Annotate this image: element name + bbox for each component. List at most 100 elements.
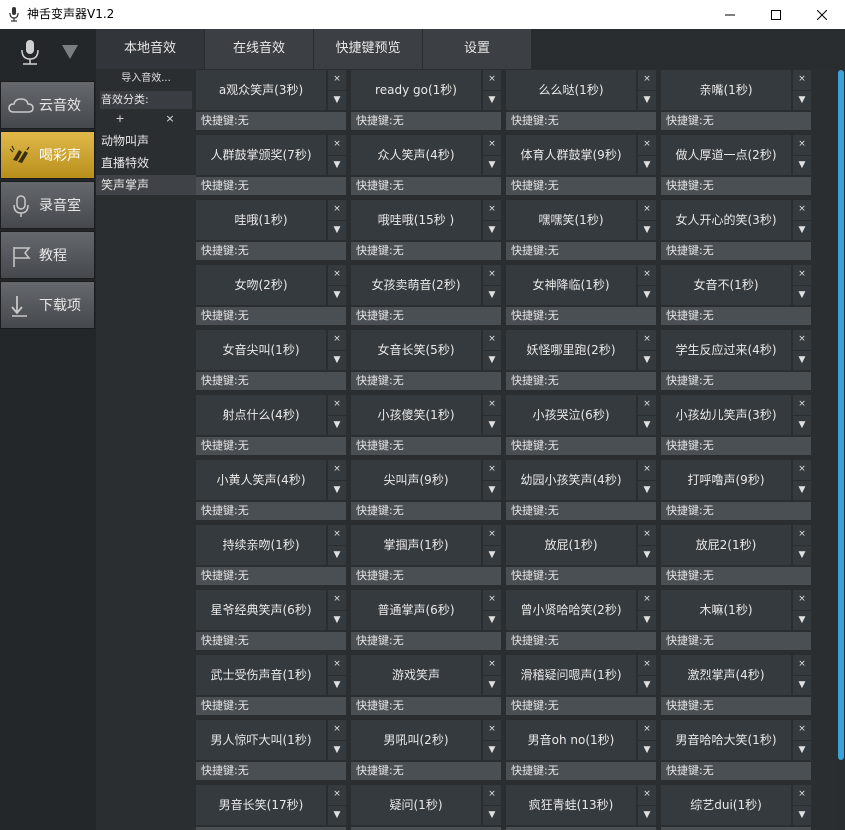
remove-category-button[interactable]: × — [146, 111, 194, 127]
sound-hotkey-field[interactable]: 快捷键:无 — [196, 567, 346, 585]
sound-play-button[interactable]: 体育人群鼓掌(9秒) — [506, 135, 636, 175]
sound-delete-button[interactable]: × — [638, 785, 656, 805]
sound-hotkey-field[interactable]: 快捷键:无 — [661, 567, 811, 585]
sound-hotkey-field[interactable]: 快捷键:无 — [506, 372, 656, 390]
sound-options-dropdown[interactable]: ▼ — [483, 286, 501, 305]
sound-play-button[interactable]: 普通掌声(6秒) — [351, 590, 481, 630]
sound-hotkey-field[interactable]: 快捷键:无 — [351, 502, 501, 520]
sound-hotkey-field[interactable]: 快捷键:无 — [661, 307, 811, 325]
sound-options-dropdown[interactable]: ▼ — [793, 156, 811, 175]
sound-options-dropdown[interactable]: ▼ — [638, 741, 656, 760]
sound-hotkey-field[interactable]: 快捷键:无 — [661, 697, 811, 715]
sound-delete-button[interactable]: × — [793, 590, 811, 610]
sound-play-button[interactable]: 女音不(1秒) — [661, 265, 791, 305]
sound-options-dropdown[interactable]: ▼ — [328, 741, 346, 760]
sound-play-button[interactable]: 学生反应过来(4秒) — [661, 330, 791, 370]
sound-hotkey-field[interactable]: 快捷键:无 — [661, 242, 811, 260]
sound-options-dropdown[interactable]: ▼ — [328, 286, 346, 305]
nav-item-tutorial[interactable]: 教程 — [0, 231, 95, 279]
sound-delete-button[interactable]: × — [483, 525, 501, 545]
scrollbar-thumb[interactable] — [838, 70, 844, 760]
sound-options-dropdown[interactable]: ▼ — [328, 351, 346, 370]
sound-options-dropdown[interactable]: ▼ — [328, 546, 346, 565]
sound-hotkey-field[interactable]: 快捷键:无 — [506, 437, 656, 455]
sound-options-dropdown[interactable]: ▼ — [328, 611, 346, 630]
sound-delete-button[interactable]: × — [328, 720, 346, 740]
sound-play-button[interactable]: 男音长笑(17秒) — [196, 785, 326, 825]
sound-hotkey-field[interactable]: 快捷键:无 — [351, 437, 501, 455]
sound-delete-button[interactable]: × — [793, 330, 811, 350]
sound-play-button[interactable]: 男人惊吓大叫(1秒) — [196, 720, 326, 760]
sound-hotkey-field[interactable]: 快捷键:无 — [351, 372, 501, 390]
sound-delete-button[interactable]: × — [793, 525, 811, 545]
sound-play-button[interactable]: 女神降临(1秒) — [506, 265, 636, 305]
sound-play-button[interactable]: 做人厚道一点(2秒) — [661, 135, 791, 175]
sound-delete-button[interactable]: × — [638, 200, 656, 220]
sound-delete-button[interactable]: × — [483, 200, 501, 220]
sound-play-button[interactable]: 哦哇哦(15秒 ) — [351, 200, 481, 240]
sound-delete-button[interactable]: × — [328, 525, 346, 545]
sound-play-button[interactable]: 人群鼓掌颁奖(7秒) — [196, 135, 326, 175]
sound-options-dropdown[interactable]: ▼ — [638, 416, 656, 435]
sound-play-button[interactable]: 游戏笑声 — [351, 655, 481, 695]
sound-delete-button[interactable]: × — [328, 70, 346, 90]
sound-play-button[interactable]: 嘿嘿笑(1秒) — [506, 200, 636, 240]
sound-options-dropdown[interactable]: ▼ — [638, 611, 656, 630]
sound-hotkey-field[interactable]: 快捷键:无 — [351, 632, 501, 650]
sound-options-dropdown[interactable]: ▼ — [793, 806, 811, 825]
sound-delete-button[interactable]: × — [328, 330, 346, 350]
sound-options-dropdown[interactable]: ▼ — [483, 676, 501, 695]
sound-hotkey-field[interactable]: 快捷键:无 — [351, 242, 501, 260]
tab-hotkey-preview[interactable]: 快捷键预览 — [314, 29, 422, 69]
nav-item-downloads[interactable]: 下载项 — [0, 281, 95, 329]
sound-play-button[interactable]: ready go(1秒) — [351, 70, 481, 110]
sound-delete-button[interactable]: × — [328, 395, 346, 415]
sound-options-dropdown[interactable]: ▼ — [483, 481, 501, 500]
sound-delete-button[interactable]: × — [793, 720, 811, 740]
sound-hotkey-field[interactable]: 快捷键:无 — [506, 762, 656, 780]
sound-delete-button[interactable]: × — [328, 655, 346, 675]
sound-options-dropdown[interactable]: ▼ — [638, 91, 656, 110]
sound-delete-button[interactable]: × — [483, 590, 501, 610]
sound-options-dropdown[interactable]: ▼ — [793, 481, 811, 500]
sound-hotkey-field[interactable]: 快捷键:无 — [196, 762, 346, 780]
sound-delete-button[interactable]: × — [793, 135, 811, 155]
sound-delete-button[interactable]: × — [483, 330, 501, 350]
sound-play-button[interactable]: 疑问(1秒) — [351, 785, 481, 825]
add-category-button[interactable]: + — [96, 111, 144, 127]
sound-play-button[interactable]: 妖怪哪里跑(2秒) — [506, 330, 636, 370]
sound-delete-button[interactable]: × — [793, 395, 811, 415]
sound-hotkey-field[interactable]: 快捷键:无 — [661, 502, 811, 520]
sound-delete-button[interactable]: × — [638, 265, 656, 285]
minimize-button[interactable] — [707, 0, 753, 29]
sound-hotkey-field[interactable]: 快捷键:无 — [506, 307, 656, 325]
category-item-animal[interactable]: 动物叫声 — [96, 131, 196, 151]
sound-options-dropdown[interactable]: ▼ — [328, 221, 346, 240]
import-sounds-button[interactable]: 导入音效... — [100, 71, 192, 87]
sound-delete-button[interactable]: × — [483, 655, 501, 675]
sound-options-dropdown[interactable]: ▼ — [638, 156, 656, 175]
sound-play-button[interactable]: a观众笑声(3秒) — [196, 70, 326, 110]
sound-delete-button[interactable]: × — [328, 590, 346, 610]
sound-delete-button[interactable]: × — [638, 720, 656, 740]
sound-hotkey-field[interactable]: 快捷键:无 — [661, 177, 811, 195]
sound-hotkey-field[interactable]: 快捷键:无 — [506, 697, 656, 715]
sound-delete-button[interactable]: × — [328, 785, 346, 805]
sound-hotkey-field[interactable]: 快捷键:无 — [506, 567, 656, 585]
sound-delete-button[interactable]: × — [328, 265, 346, 285]
sound-play-button[interactable]: 男吼叫(2秒) — [351, 720, 481, 760]
maximize-button[interactable] — [753, 0, 799, 29]
sound-hotkey-field[interactable]: 快捷键:无 — [351, 307, 501, 325]
sound-play-button[interactable]: 滑稽疑问嗯声(1秒) — [506, 655, 636, 695]
sound-delete-button[interactable]: × — [483, 135, 501, 155]
tab-settings[interactable]: 设置 — [423, 29, 531, 69]
sound-play-button[interactable]: 掌掴声(1秒) — [351, 525, 481, 565]
sound-options-dropdown[interactable]: ▼ — [328, 416, 346, 435]
sound-hotkey-field[interactable]: 快捷键:无 — [196, 112, 346, 130]
sound-delete-button[interactable]: × — [793, 785, 811, 805]
sound-delete-button[interactable]: × — [793, 265, 811, 285]
sound-play-button[interactable]: 男音oh no(1秒) — [506, 720, 636, 760]
sound-hotkey-field[interactable]: 快捷键:无 — [351, 697, 501, 715]
sound-options-dropdown[interactable]: ▼ — [638, 351, 656, 370]
sound-play-button[interactable]: 星爷经典笑声(6秒) — [196, 590, 326, 630]
